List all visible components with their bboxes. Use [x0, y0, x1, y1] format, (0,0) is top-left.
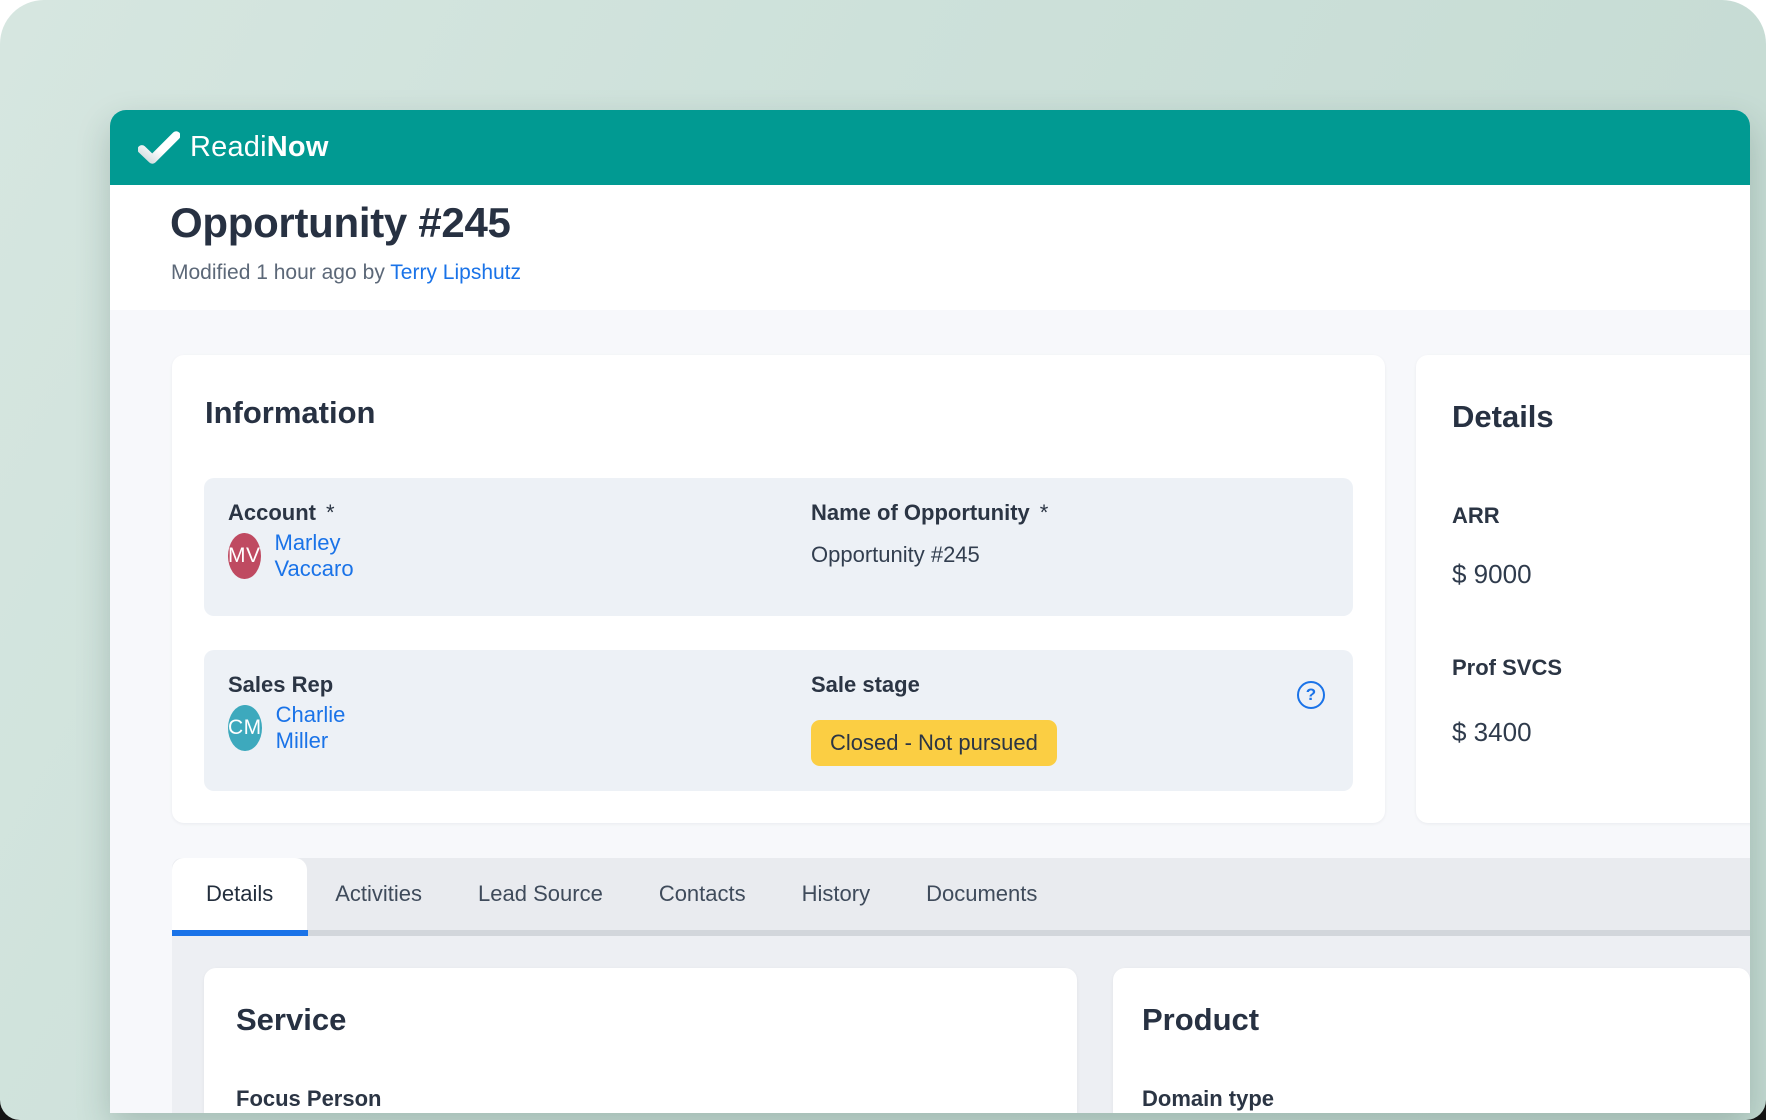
- sales-rep-value-chip[interactable]: CM Charlie Miller: [228, 702, 358, 754]
- prof-svcs-value: $ 3400: [1452, 717, 1532, 748]
- prof-svcs-label: Prof SVCS: [1452, 655, 1562, 681]
- opportunity-name-value: Opportunity #245: [811, 542, 980, 568]
- tab-contacts[interactable]: Contacts: [631, 858, 774, 930]
- tab-documents[interactable]: Documents: [898, 858, 1065, 930]
- title-section: Opportunity #245 Modified 1 hour ago by T…: [110, 185, 1750, 310]
- tab-row: Details Activities Lead Source Contacts …: [172, 858, 1750, 930]
- product-heading: Product: [1142, 1002, 1259, 1038]
- account-link[interactable]: Marley Vaccaro: [275, 530, 368, 582]
- checkmark-logo-icon: [138, 131, 180, 164]
- focus-person-label: Focus Person: [236, 1086, 381, 1112]
- arr-value: $ 9000: [1452, 559, 1532, 590]
- tab-history[interactable]: History: [774, 858, 898, 930]
- modified-text: Modified 1 hour ago: [171, 261, 357, 284]
- service-card: Service Focus Person: [204, 968, 1077, 1113]
- sales-rep-avatar[interactable]: CM: [228, 705, 262, 751]
- help-icon[interactable]: ?: [1297, 681, 1325, 709]
- by-text: by: [363, 261, 385, 284]
- tab-details[interactable]: Details: [172, 858, 307, 930]
- sale-stage-label: Sale stage: [811, 672, 920, 698]
- account-avatar[interactable]: MV: [228, 533, 261, 579]
- information-heading: Information: [205, 395, 376, 431]
- arr-label: ARR: [1452, 503, 1500, 529]
- mint-canvas: ReadiNow Opportunity #245 Modified 1 hou…: [0, 0, 1766, 1120]
- information-card: Information Account* MV Marley Vaccaro N…: [172, 355, 1385, 823]
- service-heading: Service: [236, 1002, 346, 1038]
- product-card: Product Domain type: [1113, 968, 1750, 1113]
- domain-type-label: Domain type: [1142, 1086, 1274, 1112]
- field-row-2: Sales Rep CM Charlie Miller Sale stage C…: [204, 650, 1353, 791]
- sales-rep-label: Sales Rep: [228, 672, 333, 698]
- brand-wordmark: ReadiNow: [190, 131, 329, 164]
- modified-line: Modified 1 hour ago by Terry Lipshutz: [171, 261, 521, 285]
- account-label: Account*: [228, 500, 335, 526]
- tab-lead-source[interactable]: Lead Source: [450, 858, 631, 930]
- field-row-1: Account* MV Marley Vaccaro Name of Oppor…: [204, 478, 1353, 616]
- opportunity-name-label: Name of Opportunity*: [811, 500, 1048, 526]
- modified-by-link[interactable]: Terry Lipshutz: [390, 261, 521, 284]
- tab-content-area: Service Focus Person Product Domain type: [172, 936, 1750, 1113]
- details-heading: Details: [1452, 399, 1554, 435]
- upper-content-area: Information Account* MV Marley Vaccaro N…: [110, 310, 1750, 858]
- account-value-chip[interactable]: MV Marley Vaccaro: [228, 530, 367, 582]
- page-title: Opportunity #245: [170, 199, 511, 247]
- tab-activities[interactable]: Activities: [307, 858, 450, 930]
- app-header-bar: ReadiNow: [110, 110, 1750, 185]
- app-window: ReadiNow Opportunity #245 Modified 1 hou…: [110, 110, 1750, 1113]
- sale-stage-badge[interactable]: Closed - Not pursued: [811, 720, 1057, 766]
- required-asterisk: *: [1040, 500, 1049, 525]
- tab-strip: Details Activities Lead Source Contacts …: [172, 858, 1750, 936]
- required-asterisk: *: [326, 500, 335, 525]
- details-side-card: Details ARR $ 9000 Prof SVCS $ 3400: [1416, 355, 1750, 823]
- readinow-logo: ReadiNow: [138, 131, 329, 164]
- sales-rep-link[interactable]: Charlie Miller: [276, 702, 358, 754]
